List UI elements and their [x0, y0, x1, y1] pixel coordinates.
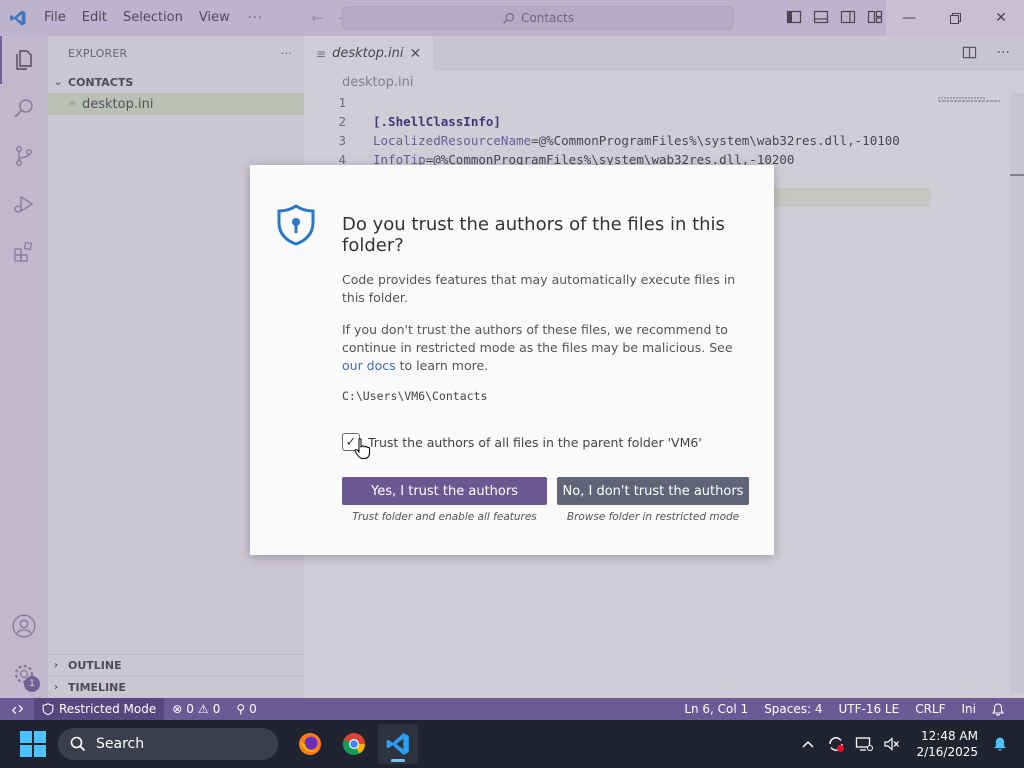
shield-small-icon [42, 703, 54, 715]
dialog-title: Do you trust the authors of the files in… [342, 214, 725, 256]
status-right: Ln 6, Col 1 Spaces: 4 UTF-16 LE CRLF Ini [676, 698, 1012, 720]
indentation[interactable]: Spaces: 4 [756, 702, 830, 716]
windows-start-icon[interactable] [20, 731, 46, 757]
remote-indicator-icon[interactable] [0, 698, 34, 720]
docs-link[interactable]: our docs [342, 358, 396, 373]
ports-indicator[interactable]: ⚲ 0 [228, 702, 264, 716]
sync-error-icon[interactable] [822, 720, 850, 768]
network-icon[interactable] [850, 720, 878, 768]
notification-bell-icon[interactable] [986, 720, 1014, 768]
restricted-mode-indicator[interactable]: Restricted Mode [34, 698, 165, 720]
firefox-icon[interactable] [290, 724, 330, 764]
volume-muted-icon[interactable] [878, 720, 906, 768]
dialog-paragraph-1: Code provides features that may automati… [342, 272, 736, 305]
restricted-mode-label: Restricted Mode [59, 702, 157, 716]
folder-path: C:\Users\VM6\Contacts [342, 389, 488, 403]
warning-count: 0 [212, 702, 221, 716]
error-icon: ⊗ [172, 702, 183, 716]
taskbar: Search 12:48 AM 2/16/2025 [0, 720, 1024, 768]
encoding[interactable]: UTF-16 LE [831, 702, 908, 716]
chrome-icon[interactable] [334, 724, 374, 764]
ports-count: 0 [249, 702, 257, 716]
shield-icon [277, 204, 315, 246]
workspace-trust-dialog: Do you trust the authors of the files in… [250, 165, 774, 555]
vscode-taskbar-icon[interactable] [378, 724, 418, 764]
status-bar: Restricted Mode ⊗ 0 ⚠ 0 ⚲ 0 Ln 6, Col 1 … [0, 698, 1024, 720]
cursor-position[interactable]: Ln 6, Col 1 [676, 702, 756, 716]
p2-text-after: to learn more. [395, 358, 489, 373]
clock[interactable]: 12:48 AM 2/16/2025 [906, 728, 986, 760]
trust-parent-label[interactable]: Trust the authors of all files in the pa… [368, 435, 702, 450]
p2-text-before: If you don't trust the authors of these … [342, 322, 733, 355]
warning-icon: ⚠ [197, 702, 209, 716]
dialog-paragraph-2: If you don't trust the authors of these … [342, 321, 752, 375]
trust-yes-button[interactable]: Yes, I trust the authors [342, 477, 547, 505]
chevron-up-icon[interactable] [794, 720, 822, 768]
yes-button-caption: Trust folder and enable all features [352, 511, 537, 523]
taskbar-search[interactable]: Search [58, 728, 278, 760]
line-endings[interactable]: CRLF [907, 702, 953, 716]
language-mode[interactable]: Ini [954, 702, 984, 716]
error-count: 0 [186, 702, 194, 716]
trust-no-button[interactable]: No, I don't trust the authors [557, 477, 749, 505]
hand-pointer-icon [354, 438, 370, 459]
system-tray: 12:48 AM 2/16/2025 [794, 720, 1024, 768]
search-icon [70, 736, 86, 752]
trust-parent-row[interactable]: ✓ Trust the authors of all files in the … [342, 433, 702, 451]
clock-time: 12:48 AM [921, 729, 978, 743]
clock-date: 2/16/2025 [916, 745, 978, 759]
antenna-icon: ⚲ [236, 702, 246, 716]
no-button-caption: Browse folder in restricted mode [566, 511, 740, 523]
problems-indicator[interactable]: ⊗ 0 ⚠ 0 [164, 702, 228, 716]
taskbar-search-label: Search [96, 736, 145, 752]
notifications-bell-icon[interactable] [984, 702, 1012, 716]
